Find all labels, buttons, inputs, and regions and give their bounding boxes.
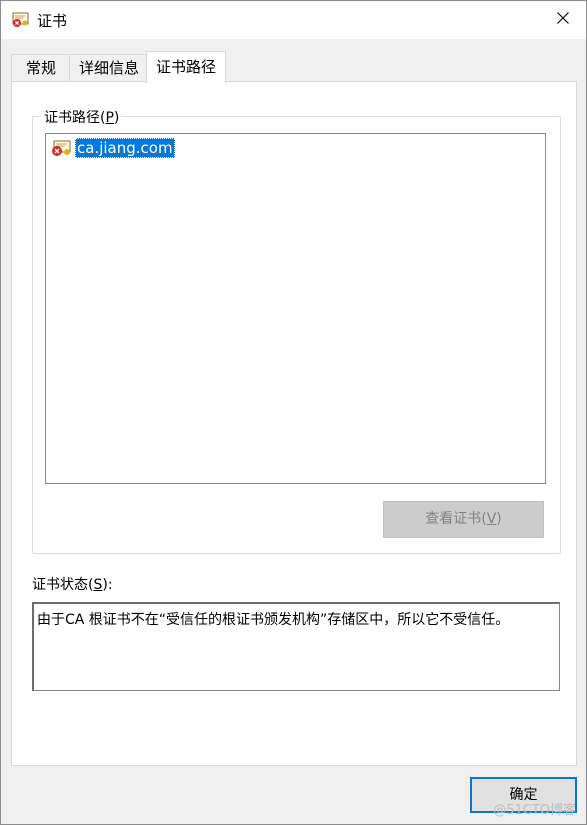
- certificate-tree[interactable]: ca.jiang.com: [45, 133, 546, 484]
- certificate-status-box[interactable]: 由于CA 根证书不在“受信任的根证书颁发机构”存储区中，所以它不受信任。: [32, 602, 560, 691]
- close-button[interactable]: [540, 1, 586, 39]
- tab-general[interactable]: 常规: [11, 54, 71, 82]
- tab-panel: 证书路径(P) ca.jiang.com 查看证书(V) 证书状态(S): 由于…: [11, 81, 577, 766]
- close-icon: [557, 12, 569, 28]
- certificate-icon: [12, 12, 30, 28]
- tree-item-label: ca.jiang.com: [75, 138, 175, 158]
- window-title: 证书: [37, 12, 68, 30]
- title-bar: 证书: [1, 1, 586, 39]
- certificate-dialog: 证书 常规 详细信息 证书路径 证书路径(P) ca.jiang.com 查看证…: [0, 0, 587, 825]
- certificate-status-text: 由于CA 根证书不在“受信任的根证书颁发机构”存储区中，所以它不受信任。: [37, 612, 510, 628]
- certificate-status-label: 证书状态(S):: [32, 577, 113, 593]
- certificate-error-icon: [51, 139, 72, 157]
- certification-path-group: 证书路径(P) ca.jiang.com 查看证书(V): [32, 107, 561, 554]
- tab-details[interactable]: 详细信息: [69, 54, 149, 82]
- tree-item[interactable]: ca.jiang.com: [51, 138, 175, 158]
- group-label: 证书路径(P): [41, 107, 123, 127]
- tab-certification-path[interactable]: 证书路径: [146, 51, 226, 83]
- view-certificate-button[interactable]: 查看证书(V): [383, 501, 544, 538]
- watermark: @51CTO博客: [493, 803, 576, 818]
